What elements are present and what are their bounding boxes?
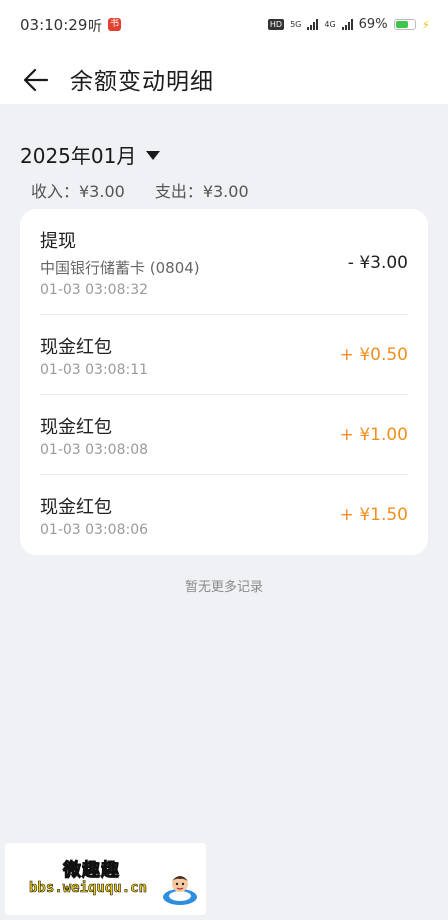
- transaction-time: 01-03 03:08:06: [40, 522, 149, 538]
- transaction-list: 提现 中国银行储蓄卡 (0804) 01-03 03:08:32 - ¥3.00…: [20, 209, 428, 555]
- watermark-title: 微趣趣: [63, 860, 120, 882]
- month-label: 2025年01月: [20, 144, 137, 168]
- arrow-left-icon: [23, 68, 49, 92]
- summary-row: 收入：¥3.00 支出：¥3.00: [31, 178, 249, 202]
- transaction-time: 01-03 03:08:11: [40, 362, 149, 378]
- app-header: 余额变动明细: [0, 52, 448, 104]
- income-total: 收入：¥3.00: [31, 182, 125, 201]
- transaction-amount: + ¥1.00: [339, 425, 408, 445]
- expense-total: 支出：¥3.00: [154, 182, 249, 201]
- transaction-title: 现金红包: [40, 497, 112, 518]
- transaction-time: 01-03 03:08:08: [40, 442, 149, 458]
- transaction-title: 提现: [40, 231, 76, 252]
- watermark-url: bbs.weiququ.cn: [29, 880, 148, 897]
- month-selector[interactable]: 2025年01月: [20, 140, 161, 169]
- transaction-row[interactable]: 现金红包 01-03 03:08:11 + ¥0.50: [40, 315, 408, 394]
- charging-icon: ⚡: [421, 17, 430, 32]
- transaction-row[interactable]: 现金红包 01-03 03:08:08 + ¥1.00: [40, 395, 408, 474]
- hd-icon: HD: [267, 19, 285, 30]
- sim2-label: 4G: [324, 19, 336, 29]
- transaction-account: 中国银行储蓄卡 (0804): [40, 259, 200, 277]
- watermark-logo: 微趣趣 bbs.weiququ.cn: [5, 843, 206, 915]
- transaction-title: 现金红包: [40, 337, 112, 358]
- back-button[interactable]: [16, 60, 56, 100]
- status-indicators: HD 5G 4G 69% ⚡: [267, 17, 430, 32]
- signal-icon: [341, 19, 353, 30]
- transaction-row[interactable]: 现金红包 01-03 03:08:06 + ¥1.50: [40, 475, 408, 555]
- battery-icon: [393, 19, 416, 30]
- no-more-records: 暂无更多记录: [184, 580, 263, 595]
- status-bar: 03:10:29 听 书 HD 5G 4G 69% ⚡: [0, 0, 448, 52]
- battery-percent: 69%: [358, 17, 388, 32]
- transaction-time: 01-03 03:08:32: [40, 282, 149, 298]
- transaction-title: 现金红包: [40, 417, 112, 438]
- transaction-row[interactable]: 提现 中国银行储蓄卡 (0804) 01-03 03:08:32 - ¥3.00: [40, 209, 408, 314]
- app-notification-icon: 书: [108, 18, 121, 31]
- signal-icon: [307, 19, 319, 30]
- transaction-amount: + ¥0.50: [339, 345, 408, 365]
- sim1-label: 5G: [290, 19, 302, 29]
- caret-down-icon: [146, 151, 161, 160]
- status-time: 03:10:29: [20, 16, 88, 34]
- mascot-icon: [163, 876, 197, 905]
- page-title: 余额变动明细: [70, 69, 214, 95]
- transaction-amount: - ¥3.00: [347, 253, 408, 273]
- transaction-amount: + ¥1.50: [339, 505, 408, 525]
- listen-label: 听: [88, 19, 102, 35]
